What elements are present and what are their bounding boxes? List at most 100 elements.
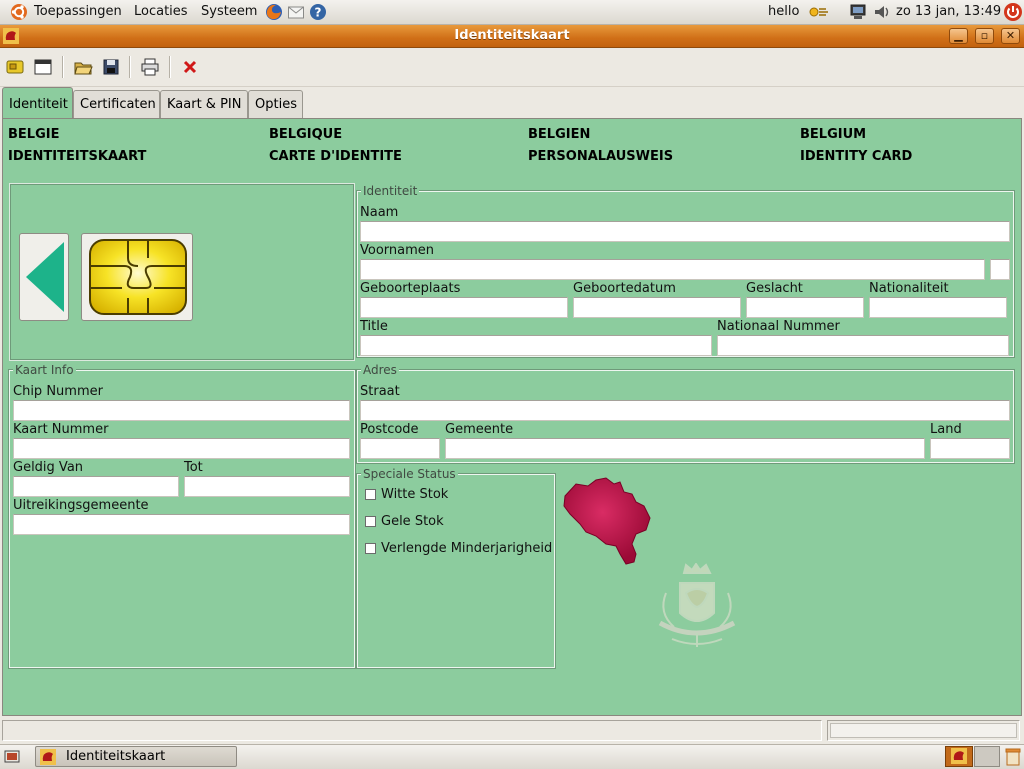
help-icon[interactable]: ? bbox=[309, 3, 327, 21]
geldig-van-label: Geldig Van bbox=[13, 460, 84, 475]
open-folder-icon[interactable] bbox=[73, 57, 93, 77]
save-icon[interactable] bbox=[101, 57, 121, 77]
land-field[interactable] bbox=[930, 438, 1010, 459]
belgium-map-icon bbox=[563, 477, 651, 565]
firefox-icon[interactable] bbox=[265, 3, 283, 21]
gemeente-label: Gemeente bbox=[445, 422, 514, 437]
back-button[interactable] bbox=[19, 233, 69, 321]
window-icon[interactable] bbox=[33, 57, 53, 77]
gele-stok-checkbox[interactable] bbox=[365, 516, 376, 527]
straat-label: Straat bbox=[360, 384, 400, 399]
read-card-button[interactable] bbox=[81, 233, 193, 321]
country-de: BELGIEN bbox=[528, 127, 591, 142]
left-arrow-icon bbox=[26, 242, 64, 312]
mail-icon[interactable] bbox=[287, 3, 305, 21]
uitreikingsgemeente-label: Uitreikingsgemeente bbox=[13, 498, 149, 513]
window-title: Identiteitskaart bbox=[454, 28, 570, 43]
chip-nummer-label: Chip Nummer bbox=[13, 384, 103, 399]
verlengde-minderjarigheid-checkbox[interactable] bbox=[365, 543, 376, 554]
username-label[interactable]: hello bbox=[768, 4, 799, 19]
card-title-de: PERSONALAUSWEIS bbox=[528, 149, 674, 164]
print-icon[interactable] bbox=[140, 57, 160, 77]
workspace-2[interactable] bbox=[974, 746, 1000, 767]
toolbar bbox=[0, 48, 1024, 87]
coat-of-arms-icon bbox=[658, 563, 736, 647]
tab-identiteit[interactable]: Identiteit bbox=[2, 87, 73, 119]
tab-kaart-pin[interactable]: Kaart & PIN bbox=[160, 90, 248, 118]
land-label: Land bbox=[930, 422, 962, 437]
show-desktop-icon[interactable] bbox=[3, 748, 21, 766]
app-lion-icon bbox=[951, 748, 967, 764]
toolbar-separator bbox=[169, 56, 171, 78]
taskbar-item-identiteitskaart[interactable]: Identiteitskaart bbox=[35, 746, 237, 767]
top-panel: Toepassingen Locaties Systeem ? hello zo… bbox=[0, 0, 1024, 25]
card-title-fr: CARTE D'IDENTITE bbox=[269, 149, 402, 164]
naam-label: Naam bbox=[360, 205, 399, 220]
postcode-label: Postcode bbox=[360, 422, 419, 437]
close-red-icon[interactable] bbox=[180, 57, 200, 77]
progress-bar bbox=[827, 720, 1020, 741]
menu-toepassingen[interactable]: Toepassingen bbox=[34, 4, 122, 19]
naam-field[interactable] bbox=[360, 221, 1010, 242]
voornamen-label: Voornamen bbox=[360, 243, 435, 258]
toolbar-separator bbox=[129, 56, 131, 78]
geldig-van-field[interactable] bbox=[13, 476, 179, 497]
tab-opties[interactable]: Opties bbox=[248, 90, 303, 118]
title-label: Title bbox=[360, 319, 388, 334]
gele-stok-label: Gele Stok bbox=[381, 514, 444, 529]
menu-locaties[interactable]: Locaties bbox=[134, 4, 188, 19]
witte-stok-checkbox[interactable] bbox=[365, 489, 376, 500]
window-titlebar[interactable]: Identiteitskaart ▁ ▫ ✕ bbox=[0, 25, 1024, 48]
title-field[interactable] bbox=[360, 335, 712, 356]
country-nl: BELGIE bbox=[8, 127, 60, 142]
geboorteplaats-label: Geboorteplaats bbox=[360, 281, 461, 296]
tot-field[interactable] bbox=[184, 476, 350, 497]
voornamen-field[interactable] bbox=[360, 259, 985, 280]
geslacht-field[interactable] bbox=[746, 297, 864, 318]
nationaal-nummer-field[interactable] bbox=[717, 335, 1009, 356]
kaart-nummer-label: Kaart Nummer bbox=[13, 422, 109, 437]
speciale-status-group: Speciale Status bbox=[356, 467, 556, 669]
geboorteplaats-field[interactable] bbox=[360, 297, 568, 318]
trash-icon[interactable] bbox=[1004, 747, 1022, 766]
adres-group-title: Adres bbox=[361, 363, 399, 377]
tot-label: Tot bbox=[184, 460, 203, 475]
toolbar-separator bbox=[62, 56, 64, 78]
taskbar-item-label: Identiteitskaart bbox=[66, 749, 166, 764]
nationaliteit-label: Nationaliteit bbox=[869, 281, 949, 296]
gemeente-field[interactable] bbox=[445, 438, 925, 459]
ubuntu-logo-icon[interactable] bbox=[10, 3, 28, 21]
country-fr: BELGIQUE bbox=[269, 127, 343, 142]
maximize-button[interactable]: ▫ bbox=[975, 28, 994, 44]
geboortedatum-field[interactable] bbox=[573, 297, 741, 318]
initial-field[interactable] bbox=[990, 259, 1010, 280]
menu-systeem[interactable]: Systeem bbox=[201, 4, 257, 19]
geboortedatum-label: Geboortedatum bbox=[573, 281, 676, 296]
status-bar bbox=[0, 717, 1024, 744]
card-title-nl: IDENTITEITSKAART bbox=[8, 149, 147, 164]
close-button[interactable]: ✕ bbox=[1001, 28, 1020, 44]
country-en: BELGIUM bbox=[800, 127, 867, 142]
read-card-icon[interactable] bbox=[5, 57, 25, 77]
chip-nummer-field[interactable] bbox=[13, 400, 350, 421]
volume-icon[interactable] bbox=[873, 3, 891, 21]
identiteit-group-title: Identiteit bbox=[361, 184, 420, 198]
straat-field[interactable] bbox=[360, 400, 1010, 421]
app-lion-icon bbox=[40, 749, 56, 765]
power-icon[interactable] bbox=[1003, 2, 1023, 22]
minimize-button[interactable]: ▁ bbox=[949, 28, 968, 44]
svg-text:?: ? bbox=[315, 6, 322, 20]
postcode-field[interactable] bbox=[360, 438, 440, 459]
clock[interactable]: zo 13 jan, 13:49 bbox=[896, 4, 1001, 19]
bottom-panel: Identiteitskaart bbox=[0, 744, 1024, 769]
network-icon[interactable] bbox=[808, 3, 830, 21]
nationaal-nummer-label: Nationaal Nummer bbox=[717, 319, 840, 334]
workspace-1[interactable] bbox=[945, 746, 973, 767]
speciale-status-group-title: Speciale Status bbox=[361, 467, 458, 481]
nationaliteit-field[interactable] bbox=[869, 297, 1007, 318]
uitreikingsgemeente-field[interactable] bbox=[13, 514, 350, 535]
computer-icon[interactable] bbox=[849, 3, 867, 21]
tab-certificaten[interactable]: Certificaten bbox=[73, 90, 160, 118]
kaart-info-group-title: Kaart Info bbox=[13, 363, 76, 377]
kaart-nummer-field[interactable] bbox=[13, 438, 350, 459]
